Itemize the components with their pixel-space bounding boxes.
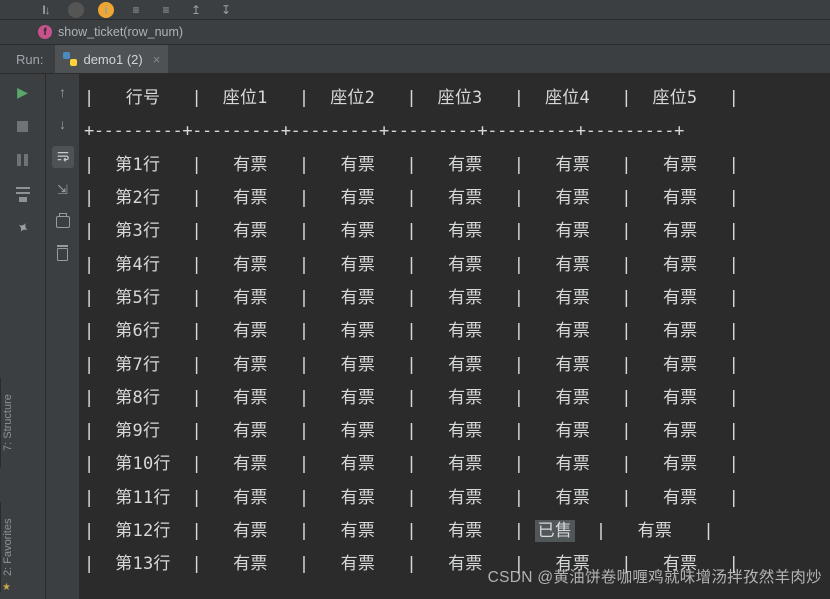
stop-icon[interactable] <box>13 116 33 136</box>
sidebar-tab-structure[interactable]: 7: Structure <box>0 378 16 468</box>
rerun-icon[interactable]: ▶ <box>13 82 33 102</box>
function-icon: f <box>38 25 52 39</box>
scroll-to-end-icon[interactable]: ⇲ <box>53 180 73 200</box>
sidebar-tab-favorites[interactable]: 2: Favorites <box>0 502 16 592</box>
pause-icon[interactable] <box>13 150 33 170</box>
run-toolwindow-header: Run: demo1 (2) × <box>0 45 830 74</box>
run-toolwindow-body: ▶ ✦ ↑ ↓ ⇲ | 行号 | 座位1 | 座位2 | 座位3 | 座位4 |… <box>0 74 830 599</box>
scroll-up-icon[interactable]: ↑ <box>53 82 73 102</box>
pin-icon[interactable]: ✦ <box>9 214 36 241</box>
function-label: show_ticket(row_num) <box>58 25 183 39</box>
clear-icon[interactable] <box>53 244 73 264</box>
python-icon <box>63 52 77 66</box>
structure-item[interactable]: f show_ticket(row_num) <box>0 20 830 45</box>
scroll-down-icon[interactable]: ↓ <box>53 114 73 134</box>
align-left-icon[interactable]: ≡ <box>128 2 144 18</box>
circle-icon[interactable] <box>68 2 84 18</box>
top-toolbar: I↓ i ≡ ≡ ↥ ↧ <box>0 0 830 20</box>
star-icon: ★ <box>2 582 11 593</box>
expand-up-icon[interactable]: ↥ <box>188 2 204 18</box>
soft-wrap-icon[interactable] <box>52 146 74 168</box>
sort-icon[interactable]: I↓ <box>38 2 54 18</box>
print-icon[interactable] <box>53 212 73 232</box>
expand-down-icon[interactable]: ↧ <box>218 2 234 18</box>
console-actions-gutter: ↑ ↓ ⇲ <box>46 74 80 599</box>
run-tab-name: demo1 (2) <box>83 52 142 67</box>
align-center-icon[interactable]: ≡ <box>158 2 174 18</box>
console-output[interactable]: | 行号 | 座位1 | 座位2 | 座位3 | 座位4 | 座位5 | +--… <box>80 74 830 599</box>
run-tab[interactable]: demo1 (2) × <box>55 45 168 73</box>
dump-threads-icon[interactable] <box>13 184 33 204</box>
run-label: Run: <box>0 52 55 67</box>
lightbulb-icon[interactable]: i <box>98 2 114 18</box>
close-icon[interactable]: × <box>153 52 161 67</box>
